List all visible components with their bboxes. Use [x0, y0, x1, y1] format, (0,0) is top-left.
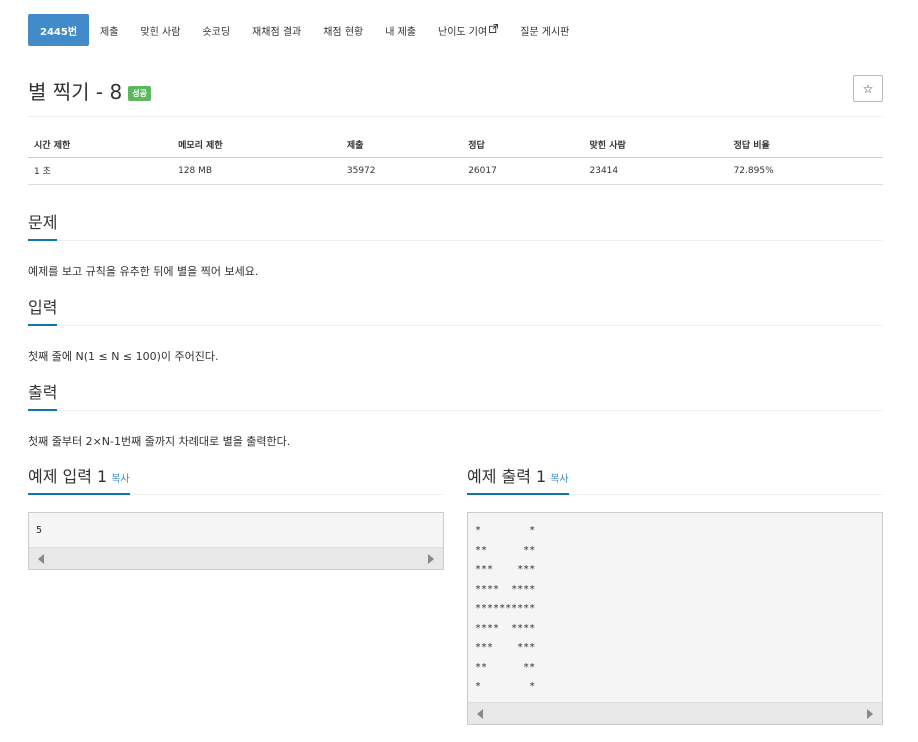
scroll-left-icon[interactable] — [477, 709, 483, 719]
solved-users-value: 23414 — [583, 157, 728, 185]
tab-label: 채점 현황 — [323, 26, 364, 38]
header-submissions: 제출 — [340, 133, 463, 158]
star-icon: ☆ — [862, 81, 874, 96]
section-output: 출력 첫째 줄부터 2×N-1번째 줄까지 차례대로 별을 출력한다. — [28, 379, 883, 449]
external-link-icon — [489, 24, 499, 36]
tab-solved-users[interactable]: 맞힌 사람 — [129, 14, 191, 46]
tab-rejudge-results[interactable]: 재채점 결과 — [241, 14, 312, 46]
horizontal-scrollbar[interactable] — [468, 702, 882, 724]
section-title: 입력 — [28, 294, 58, 326]
tab-judge-status[interactable]: 채점 현황 — [312, 14, 374, 46]
memory-limit-value: 128 MB — [172, 157, 341, 185]
input-text: 첫째 줄에 N(1 ≤ N ≤ 100)이 주어진다. — [28, 350, 219, 363]
header-solved-users: 맞힌 사람 — [583, 133, 728, 158]
section-input: 입력 첫째 줄에 N(1 ≤ N ≤ 100)이 주어진다. — [28, 294, 883, 364]
time-limit-value: 1 초 — [28, 157, 173, 185]
tab-label: 제출 — [100, 26, 119, 38]
problem-nav-tabs: 2445번 제출 맞힌 사람 숏코딩 재채점 결과 채점 현황 내 제출 난이도… — [28, 14, 580, 46]
scroll-left-icon[interactable] — [38, 554, 44, 564]
problem-header: 별 찍기 - 8 성공 — [28, 76, 151, 105]
tab-short-coding[interactable]: 숏코딩 — [191, 14, 241, 46]
tab-label: 재채점 결과 — [252, 26, 302, 38]
tab-label: 내 제출 — [385, 26, 416, 38]
sample-input-box[interactable]: 5 — [28, 512, 444, 570]
tab-label: 질문 게시판 — [520, 26, 570, 38]
scroll-right-icon[interactable] — [428, 554, 434, 564]
section-title: 문제 — [28, 209, 58, 241]
output-text: 첫째 줄부터 2×N-1번째 줄까지 차례대로 별을 출력한다. — [28, 435, 291, 448]
sample-output-title: 예제 출력 1 복사 — [467, 463, 569, 495]
section-title: 출력 — [28, 379, 58, 411]
submissions-value: 35972 — [340, 157, 463, 185]
tab-label: 2445번 — [40, 26, 78, 38]
tab-label: 맞힌 사람 — [140, 26, 181, 38]
tab-difficulty-contribution[interactable]: 난이도 기여 — [427, 14, 509, 46]
header-accepted: 정답 — [462, 133, 584, 158]
tab-label: 숏코딩 — [202, 26, 231, 38]
accept-ratio-value: 72.895% — [727, 157, 883, 185]
section-description: 문제 예제를 보고 규칙을 유추한 뒤에 별을 찍어 보세요. — [28, 209, 883, 279]
header-memory-limit: 메모리 제한 — [172, 133, 341, 158]
accepted-value: 26017 — [462, 157, 584, 185]
page-title: 별 찍기 - 8 — [28, 80, 123, 104]
table-header-row: 시간 제한 메모리 제한 제출 정답 맞힌 사람 정답 비율 — [28, 133, 883, 158]
sample-title-text: 예제 출력 1 — [467, 467, 547, 486]
section-divider — [28, 240, 883, 241]
description-text: 예제를 보고 규칙을 유추한 뒤에 별을 찍어 보세요. — [28, 265, 259, 278]
table-row: 1 초 128 MB 35972 26017 23414 72.895% — [28, 157, 883, 185]
tab-qna-board[interactable]: 질문 게시판 — [509, 14, 580, 46]
copy-output-button[interactable]: 복사 — [550, 474, 568, 485]
sample-output-content: * * ** ** *** *** **** **** ********** *… — [475, 525, 536, 692]
sample-input-content: 5 — [36, 525, 43, 536]
section-divider — [28, 410, 883, 411]
divider — [28, 116, 883, 117]
sample-output-box[interactable]: * * ** ** *** *** **** **** ********** *… — [467, 512, 883, 725]
problem-info-table: 시간 제한 메모리 제한 제출 정답 맞힌 사람 정답 비율 1 초 128 M… — [28, 133, 883, 185]
tab-label: 난이도 기여 — [438, 26, 488, 38]
sample-input-header: 예제 입력 1 복사 — [28, 463, 444, 495]
copy-input-button[interactable]: 복사 — [111, 474, 129, 485]
section-divider — [28, 325, 883, 326]
tab-problem-number[interactable]: 2445번 — [28, 14, 90, 46]
scroll-right-icon[interactable] — [867, 709, 873, 719]
sample-input-title: 예제 입력 1 복사 — [28, 463, 130, 495]
header-accept-ratio: 정답 비율 — [727, 133, 883, 158]
status-badge: 성공 — [128, 86, 151, 101]
sample-output-header: 예제 출력 1 복사 — [467, 463, 883, 495]
tab-submit[interactable]: 제출 — [89, 14, 129, 46]
tab-my-submissions[interactable]: 내 제출 — [374, 14, 427, 46]
favorite-star-button[interactable]: ☆ — [853, 75, 883, 102]
sample-title-text: 예제 입력 1 — [28, 467, 108, 486]
horizontal-scrollbar[interactable] — [29, 547, 443, 569]
header-time-limit: 시간 제한 — [28, 133, 173, 158]
